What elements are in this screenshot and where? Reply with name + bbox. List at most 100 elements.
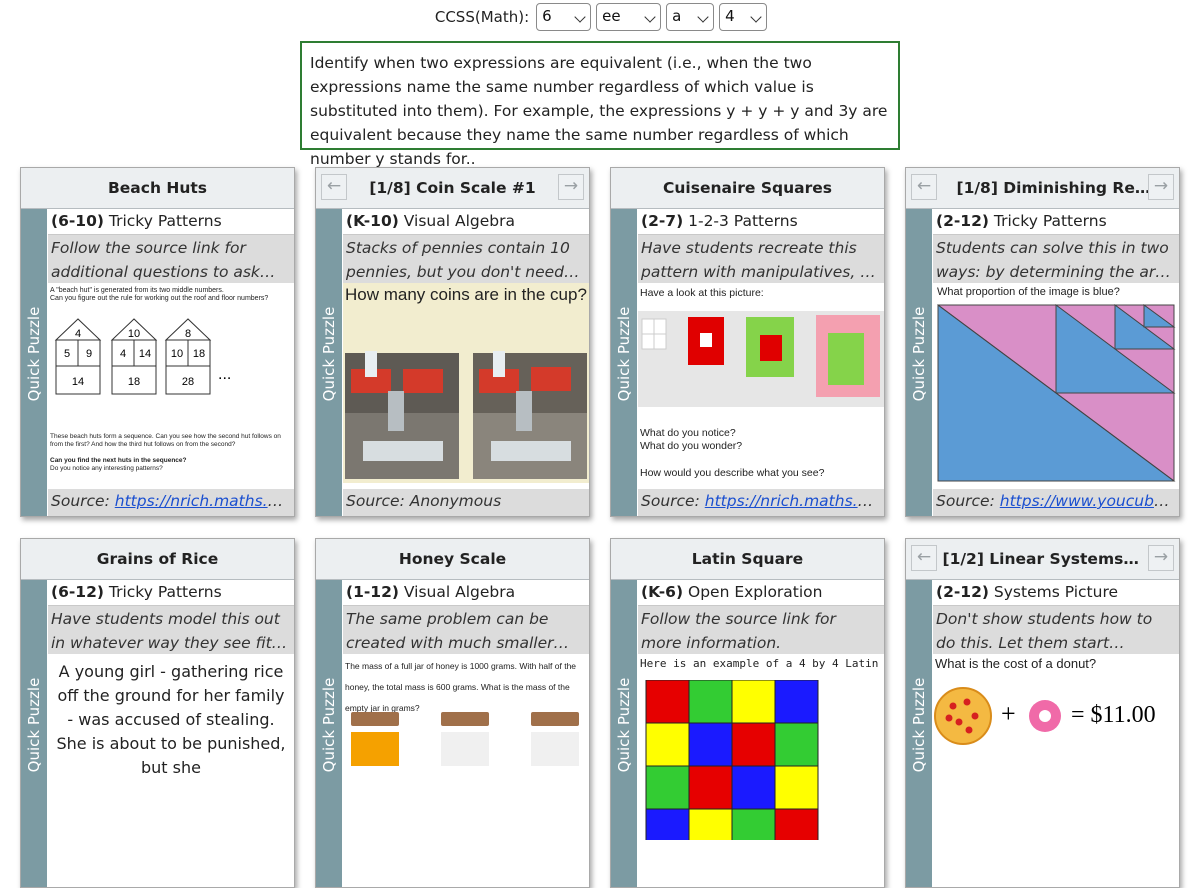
card-title: Cuisenaire Squares bbox=[663, 179, 832, 197]
card-description: Have students model this out in whatever… bbox=[48, 606, 294, 654]
ccss-selector-bar: CCSS(Math): 6 ee a 4 bbox=[0, 3, 1202, 31]
card-title: Beach Huts bbox=[107, 179, 208, 197]
card-grade-category: (6-12) Tricky Patterns bbox=[48, 580, 294, 606]
card-grade-category: (2-12) Systems Picture bbox=[933, 580, 1179, 606]
card-header: Latin Square bbox=[611, 539, 884, 580]
chevron-down-icon bbox=[644, 11, 656, 23]
puzzle-card[interactable]: Honey Scale Quick Puzzle (1-12) Visual A… bbox=[315, 538, 590, 888]
card-sidebar: Quick Puzzle bbox=[611, 209, 637, 516]
card-source: Source: https://nrich.maths.org/... bbox=[638, 489, 884, 516]
cluster-select[interactable]: a bbox=[666, 3, 715, 31]
card-header: ← [1/2] Linear Systems #1 → bbox=[906, 539, 1179, 580]
chevron-down-icon bbox=[750, 11, 762, 23]
grade-select[interactable]: 6 bbox=[536, 3, 592, 31]
sidebar-label: Quick Puzzle bbox=[615, 306, 633, 402]
puzzle-card[interactable]: Latin Square Quick Puzzle (K-6) Open Exp… bbox=[610, 538, 885, 888]
cuisenaire-pattern bbox=[638, 311, 884, 407]
card-text: A young girl - gathering rice off the gr… bbox=[48, 654, 294, 854]
svg-text:10: 10 bbox=[171, 348, 183, 360]
card-grade-category: (K-6) Open Exploration bbox=[638, 580, 884, 606]
card-header: Beach Huts bbox=[21, 168, 294, 209]
beach-huts-diagram: 4 5 9 14 10 4 14 18 8 10 18 28 ... bbox=[54, 318, 231, 395]
grade-range: (K-6) bbox=[641, 583, 684, 601]
arrow-right-icon[interactable]: → bbox=[1148, 174, 1174, 200]
svg-text:...: ... bbox=[218, 366, 231, 383]
card-image: The mass of a full jar of honey is 1000 … bbox=[343, 654, 589, 854]
card-grade-category: (2-12) Tricky Patterns bbox=[933, 209, 1179, 235]
category: Tricky Patterns bbox=[108, 583, 222, 601]
puzzle-card[interactable]: Grains of Rice Quick Puzzle (6-12) Trick… bbox=[20, 538, 295, 888]
latin-square-cell bbox=[731, 722, 776, 767]
arrow-right-icon[interactable]: → bbox=[558, 174, 584, 200]
svg-text:5: 5 bbox=[64, 348, 70, 360]
latin-square-cell bbox=[645, 808, 690, 840]
grade-range: (K-10) bbox=[346, 212, 399, 230]
standard-select[interactable]: 4 bbox=[719, 3, 768, 31]
svg-text:18: 18 bbox=[193, 348, 205, 360]
card-title: [1/2] Linear Systems #1 bbox=[942, 550, 1143, 568]
card-sidebar: Quick Puzzle bbox=[316, 580, 342, 887]
card-image: What proportion of the image is blue? bbox=[933, 283, 1179, 483]
category: 1-2-3 Patterns bbox=[688, 212, 798, 230]
card-description: Have students recreate this pattern with… bbox=[638, 235, 884, 283]
domain-select[interactable]: ee bbox=[596, 3, 662, 31]
card-grade-category: (6-10) Tricky Patterns bbox=[48, 209, 294, 235]
puzzle-card[interactable]: Cuisenaire Squares Quick Puzzle (2-7) 1-… bbox=[610, 167, 885, 517]
svg-text:14: 14 bbox=[72, 376, 84, 388]
category: Open Exploration bbox=[688, 583, 823, 601]
puzzle-card[interactable]: Beach Huts Quick Puzzle (6-10) Tricky Pa… bbox=[20, 167, 295, 517]
grade-range: (1-12) bbox=[346, 583, 399, 601]
arrow-left-icon[interactable]: ← bbox=[911, 174, 937, 200]
card-sidebar: Quick Puzzle bbox=[906, 209, 932, 516]
puzzle-card[interactable]: ← [1/2] Linear Systems #1 → Quick Puzzle… bbox=[905, 538, 1180, 888]
category: Systems Picture bbox=[993, 583, 1119, 601]
source-link[interactable]: https://nrich.maths.org/... bbox=[705, 492, 884, 510]
arrow-left-icon[interactable]: ← bbox=[911, 545, 937, 571]
card-sidebar: Quick Puzzle bbox=[316, 209, 342, 516]
card-title: [1/8] Diminishing Retur... bbox=[956, 179, 1157, 197]
arrow-right-icon[interactable]: → bbox=[1148, 545, 1174, 571]
card-header: Cuisenaire Squares bbox=[611, 168, 884, 209]
card-title: Grains of Rice bbox=[96, 550, 219, 568]
card-header: Honey Scale bbox=[316, 539, 589, 580]
svg-text:18: 18 bbox=[128, 376, 140, 388]
svg-text:28: 28 bbox=[182, 376, 194, 388]
cluster-select-value: a bbox=[672, 7, 682, 25]
card-grade-category: (K-10) Visual Algebra bbox=[343, 209, 589, 235]
latin-square-cell bbox=[731, 808, 776, 840]
puzzle-card[interactable]: ← [1/8] Diminishing Retur... → Quick Puz… bbox=[905, 167, 1180, 517]
arrow-left-icon[interactable]: ← bbox=[321, 174, 347, 200]
latin-square-cell bbox=[688, 680, 733, 724]
card-description: Students can solve this in two ways: by … bbox=[933, 235, 1179, 283]
card-image: What is the cost of a donut? + = $11.00 bbox=[933, 654, 1179, 854]
latin-square-cell bbox=[645, 680, 690, 724]
standard-select-value: 4 bbox=[725, 7, 735, 25]
card-sidebar: Quick Puzzle bbox=[611, 580, 637, 887]
grade-range: (2-7) bbox=[641, 212, 684, 230]
puzzle-card[interactable]: ← [1/8] Coin Scale #1 → Quick Puzzle (K-… bbox=[315, 167, 590, 517]
svg-text:10: 10 bbox=[128, 328, 140, 340]
latin-square-cell bbox=[645, 722, 690, 767]
sidebar-label: Quick Puzzle bbox=[615, 677, 633, 773]
card-description: The same problem can be created with muc… bbox=[343, 606, 589, 654]
latin-square-cell bbox=[774, 680, 819, 724]
chevron-down-icon bbox=[574, 11, 586, 23]
pizza-icon bbox=[934, 687, 992, 745]
sidebar-label: Quick Puzzle bbox=[320, 677, 338, 773]
card-source: Source: https://nrich.maths.org/... bbox=[48, 489, 294, 516]
honey-jars bbox=[351, 712, 579, 766]
card-image: A "beach hut" is generated from its two … bbox=[48, 283, 294, 483]
svg-text:8: 8 bbox=[185, 328, 191, 340]
card-header: Grains of Rice bbox=[21, 539, 294, 580]
category: Visual Algebra bbox=[403, 583, 516, 601]
latin-square-cell bbox=[645, 765, 690, 810]
ccss-label: CCSS(Math): bbox=[434, 8, 530, 26]
source-link[interactable]: https://www.youcubed.o... bbox=[1000, 492, 1179, 510]
source-link[interactable]: https://nrich.maths.org/... bbox=[115, 492, 294, 510]
grade-range: (2-12) bbox=[936, 212, 989, 230]
grade-range: (2-12) bbox=[936, 583, 989, 601]
card-title: Latin Square bbox=[691, 550, 804, 568]
svg-text:4: 4 bbox=[120, 348, 126, 360]
domain-select-value: ee bbox=[602, 7, 621, 25]
sidebar-label: Quick Puzzle bbox=[320, 306, 338, 402]
